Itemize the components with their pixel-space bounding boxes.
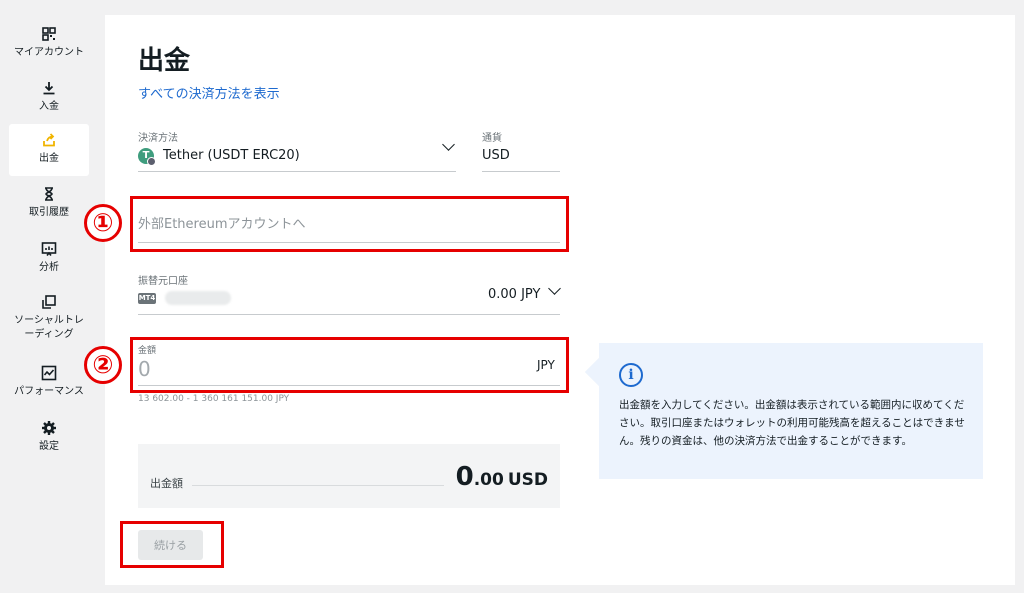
amount-input[interactable]: 0 (138, 357, 151, 381)
annotation-marker-1: ① (84, 204, 122, 242)
info-icon: i (619, 363, 643, 387)
sidebar-item-label: 出金 (39, 153, 59, 164)
payment-method-value[interactable]: Tether (USDT ERC20) (163, 148, 300, 163)
qr-grid-icon (42, 27, 56, 41)
sidebar-item-label: パフォーマンス (14, 386, 84, 397)
source-account-label: 振替元口座 (138, 276, 188, 287)
sidebar-item-history[interactable]: 取引履歴 (9, 178, 89, 230)
summary-amount-decimal: .00 (473, 470, 504, 490)
performance-icon (41, 365, 57, 381)
currency-label: 通貨 (482, 133, 502, 144)
sidebar-item-label: 分析 (39, 262, 59, 273)
sidebar-item-analytics[interactable]: 分析 (9, 233, 89, 285)
chart-icon (41, 242, 57, 256)
sidebar-item-label: マイアカウント (14, 47, 84, 58)
mt4-badge: MT4 (138, 293, 156, 304)
amount-underline (138, 385, 560, 386)
sidebar-item-label: 取引履歴 (29, 207, 69, 218)
copy-icon (42, 295, 56, 309)
page-title: 出金 (138, 46, 191, 76)
info-text: 出金額を入力してください。出金額は表示されている範囲内に収めてください。取引口座… (619, 399, 965, 447)
sidebar-item-my-account[interactable]: マイアカウント (9, 18, 89, 70)
download-icon (43, 82, 55, 95)
sidebar-item-deposit[interactable]: 入金 (9, 72, 89, 124)
external-account-underline (138, 242, 560, 243)
sidebar-item-label: 設定 (39, 441, 59, 452)
continue-button[interactable]: 続ける (138, 530, 203, 560)
summary-divider (192, 485, 444, 486)
external-account-field[interactable]: 外部Ethereumアカウントへ (138, 213, 306, 232)
currency-underline (482, 171, 560, 172)
sidebar-item-performance[interactable]: パフォーマンス (9, 357, 89, 409)
amount-label: 金額 (138, 346, 157, 356)
summary-currency: USD (507, 470, 548, 490)
sidebar-item-label: ソーシャルトレーディング (14, 315, 84, 340)
payment-method-label: 決済方法 (138, 133, 178, 144)
sidebar-item-withdraw[interactable]: 出金 (9, 124, 89, 176)
hourglass-icon (45, 187, 53, 201)
amount-range: 13 602.00 - 1 360 161 151.00 JPY (138, 394, 290, 404)
annotation-marker-2: ② (84, 346, 122, 384)
tether-icon: T (138, 148, 156, 166)
summary-amount-integer: 0 (455, 462, 474, 492)
sidebar-item-social-trading[interactable]: ソーシャルトレーディング (9, 286, 89, 348)
source-account-underline (138, 314, 560, 315)
summary-label: 出金額 (150, 477, 183, 490)
sidebar: マイアカウント 入金 出金 取引履歴 分析 ソーシャルトレーディング パフォーマ… (0, 0, 98, 593)
source-account-balance[interactable]: 0.00 JPY (488, 287, 540, 302)
summary-amount: 0.00 USD (456, 462, 548, 492)
amount-currency: JPY (537, 358, 555, 372)
withdrawal-summary: 出金額 0.00 USD (138, 444, 560, 508)
upload-icon (43, 133, 55, 147)
payment-method-underline (138, 171, 456, 172)
account-number-redacted (165, 291, 231, 305)
sidebar-item-label: 入金 (39, 101, 59, 112)
gear-icon (42, 421, 56, 435)
all-payment-methods-link[interactable]: すべての決済方法を表示 (138, 83, 280, 102)
currency-value[interactable]: USD (482, 148, 510, 163)
sidebar-item-settings[interactable]: 設定 (9, 412, 89, 464)
